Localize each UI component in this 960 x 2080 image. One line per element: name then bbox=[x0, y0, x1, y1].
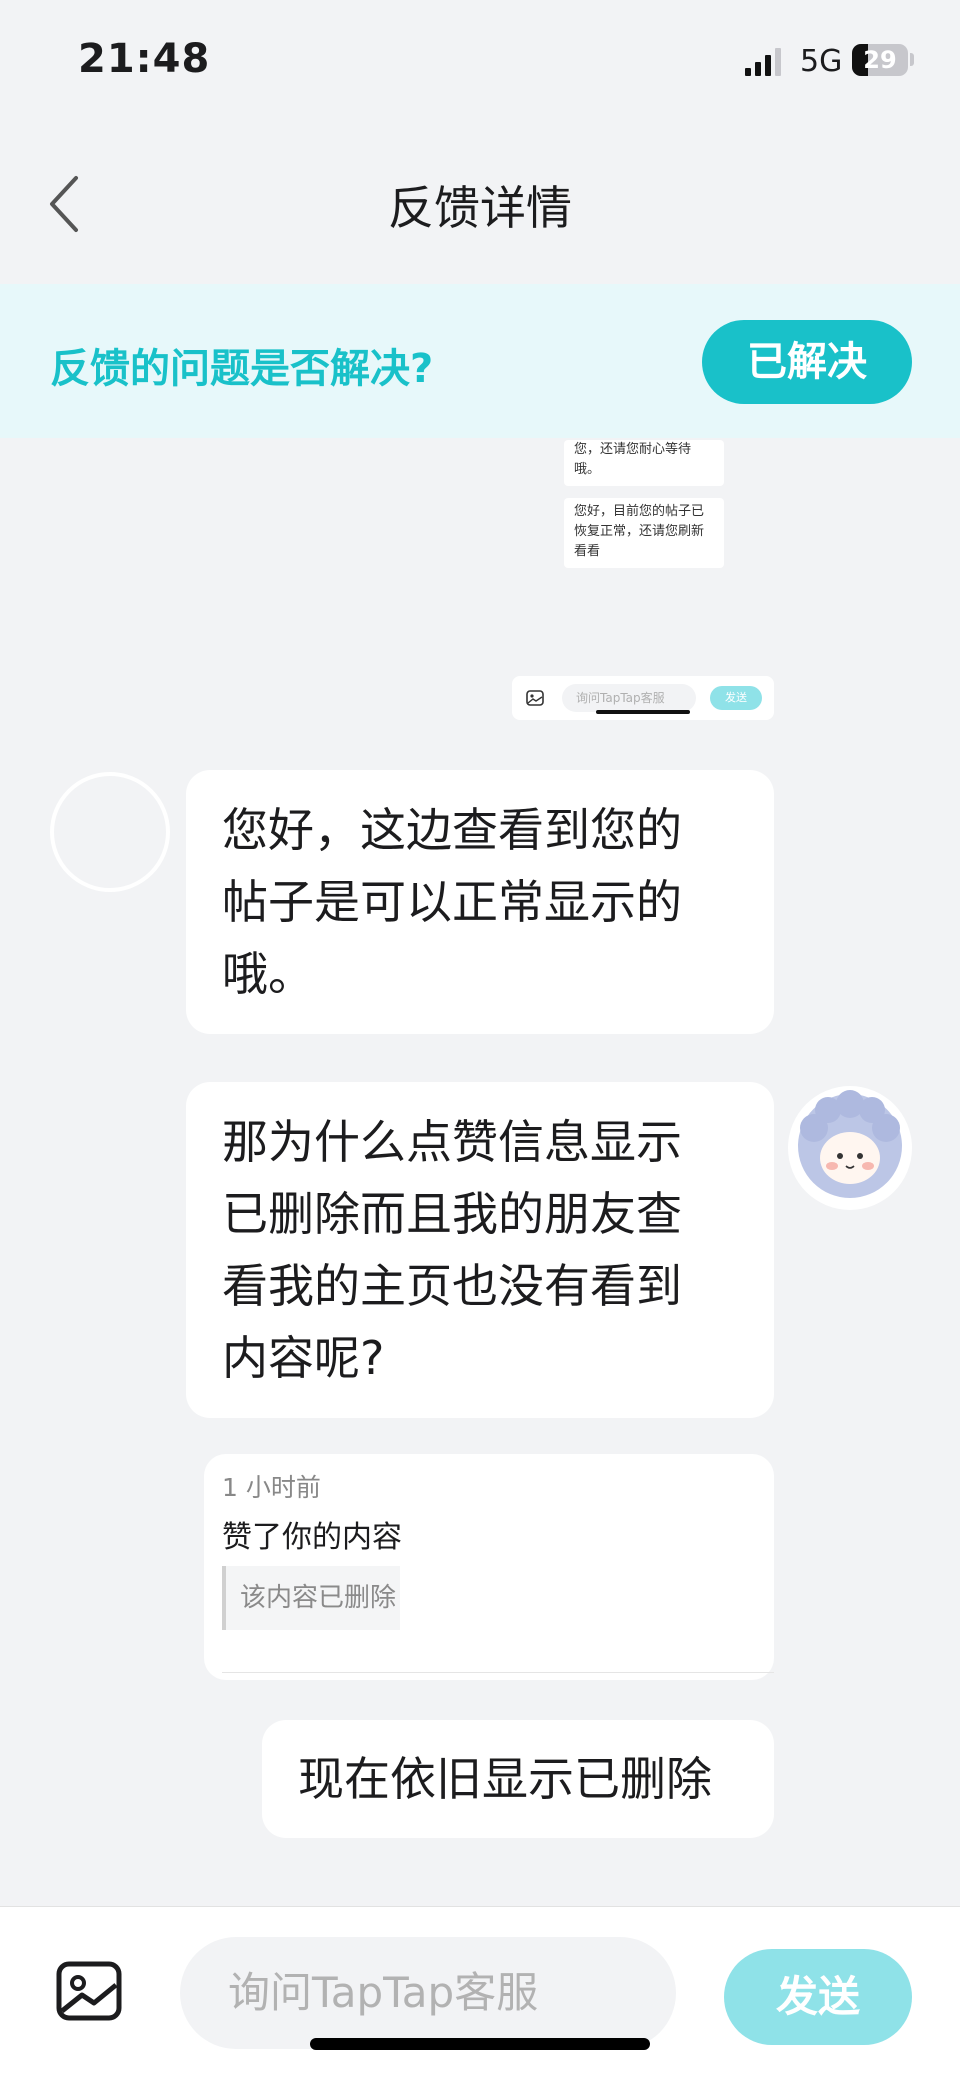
user-image-message[interactable]: 1 小时前 赞了你的内容 该内容已删除 bbox=[204, 1454, 774, 1680]
message-line: 那为什么点赞信息显示 bbox=[222, 1115, 682, 1169]
embedded-message: 您，还请您耐心等待 哦。 bbox=[564, 440, 724, 486]
image-icon[interactable] bbox=[56, 1961, 122, 2021]
battery-level: 29 bbox=[863, 46, 897, 74]
user-message-bubble: 现在依旧显示已删除 bbox=[262, 1720, 774, 1838]
deleted-content-quote: 该内容已删除 bbox=[222, 1566, 400, 1630]
embedded-send-button: 发送 bbox=[710, 686, 762, 710]
message-line: 哦。 bbox=[222, 947, 314, 1001]
embedded-message-line: 哦。 bbox=[574, 462, 601, 477]
status-time: 21:48 bbox=[78, 36, 211, 82]
card-text: 赞了你的内容 bbox=[222, 1520, 402, 1555]
message-line: 内容呢? bbox=[222, 1331, 385, 1385]
message-line: 看我的主页也没有看到 bbox=[222, 1259, 682, 1313]
embedded-message-line: 恢复正常，还请您刷新 bbox=[574, 524, 705, 539]
resolve-question: 反馈的问题是否解决? bbox=[50, 346, 434, 392]
image-icon bbox=[526, 690, 544, 706]
message-line: 帖子是可以正常显示的 bbox=[222, 875, 682, 929]
status-bar: 21:48 5G 29 bbox=[0, 0, 960, 120]
embedded-message-line: 看看 bbox=[574, 544, 601, 559]
embedded-home-indicator bbox=[596, 710, 690, 714]
network-label: 5G bbox=[800, 44, 843, 79]
message-input[interactable]: 询问TapTap客服 bbox=[180, 1937, 676, 2049]
embedded-message-line: 您，还请您耐心等待 bbox=[574, 442, 692, 457]
home-indicator bbox=[310, 2038, 650, 2050]
composer-bar: 询问TapTap客服 发送 bbox=[0, 1906, 960, 2080]
embedded-input: 询问TapTap客服 bbox=[562, 684, 696, 712]
user-message-bubble: 那为什么点赞信息显示 已删除而且我的朋友查 看我的主页也没有看到 内容呢? bbox=[186, 1082, 774, 1418]
resolve-banner: 反馈的问题是否解决? 已解决 bbox=[0, 284, 960, 438]
embedded-message-line: 您好，目前您的帖子已 bbox=[574, 504, 705, 519]
signal-icon bbox=[745, 48, 781, 76]
send-button[interactable]: 发送 bbox=[724, 1949, 912, 2045]
support-message-bubble: 您好，这边查看到您的 帖子是可以正常显示的 哦。 bbox=[186, 770, 774, 1034]
card-timestamp: 1 小时前 bbox=[222, 1473, 321, 1502]
nav-bar: 反馈详情 bbox=[0, 120, 960, 285]
battery-tip bbox=[910, 53, 914, 66]
resolved-button[interactable]: 已解决 bbox=[702, 320, 912, 404]
message-line: 已删除而且我的朋友查 bbox=[222, 1187, 682, 1241]
divider bbox=[222, 1672, 774, 1673]
message-line: 现在依旧显示已删除 bbox=[298, 1752, 712, 1806]
message-line: 您好，这边查看到您的 bbox=[222, 803, 682, 857]
embedded-message: 您好，目前您的帖子已 恢复正常，还请您刷新 看看 bbox=[564, 498, 724, 568]
user-avatar[interactable] bbox=[788, 1086, 912, 1210]
support-avatar[interactable] bbox=[50, 772, 170, 892]
page-title: 反馈详情 bbox=[388, 181, 572, 235]
battery-icon: 29 bbox=[852, 44, 908, 76]
